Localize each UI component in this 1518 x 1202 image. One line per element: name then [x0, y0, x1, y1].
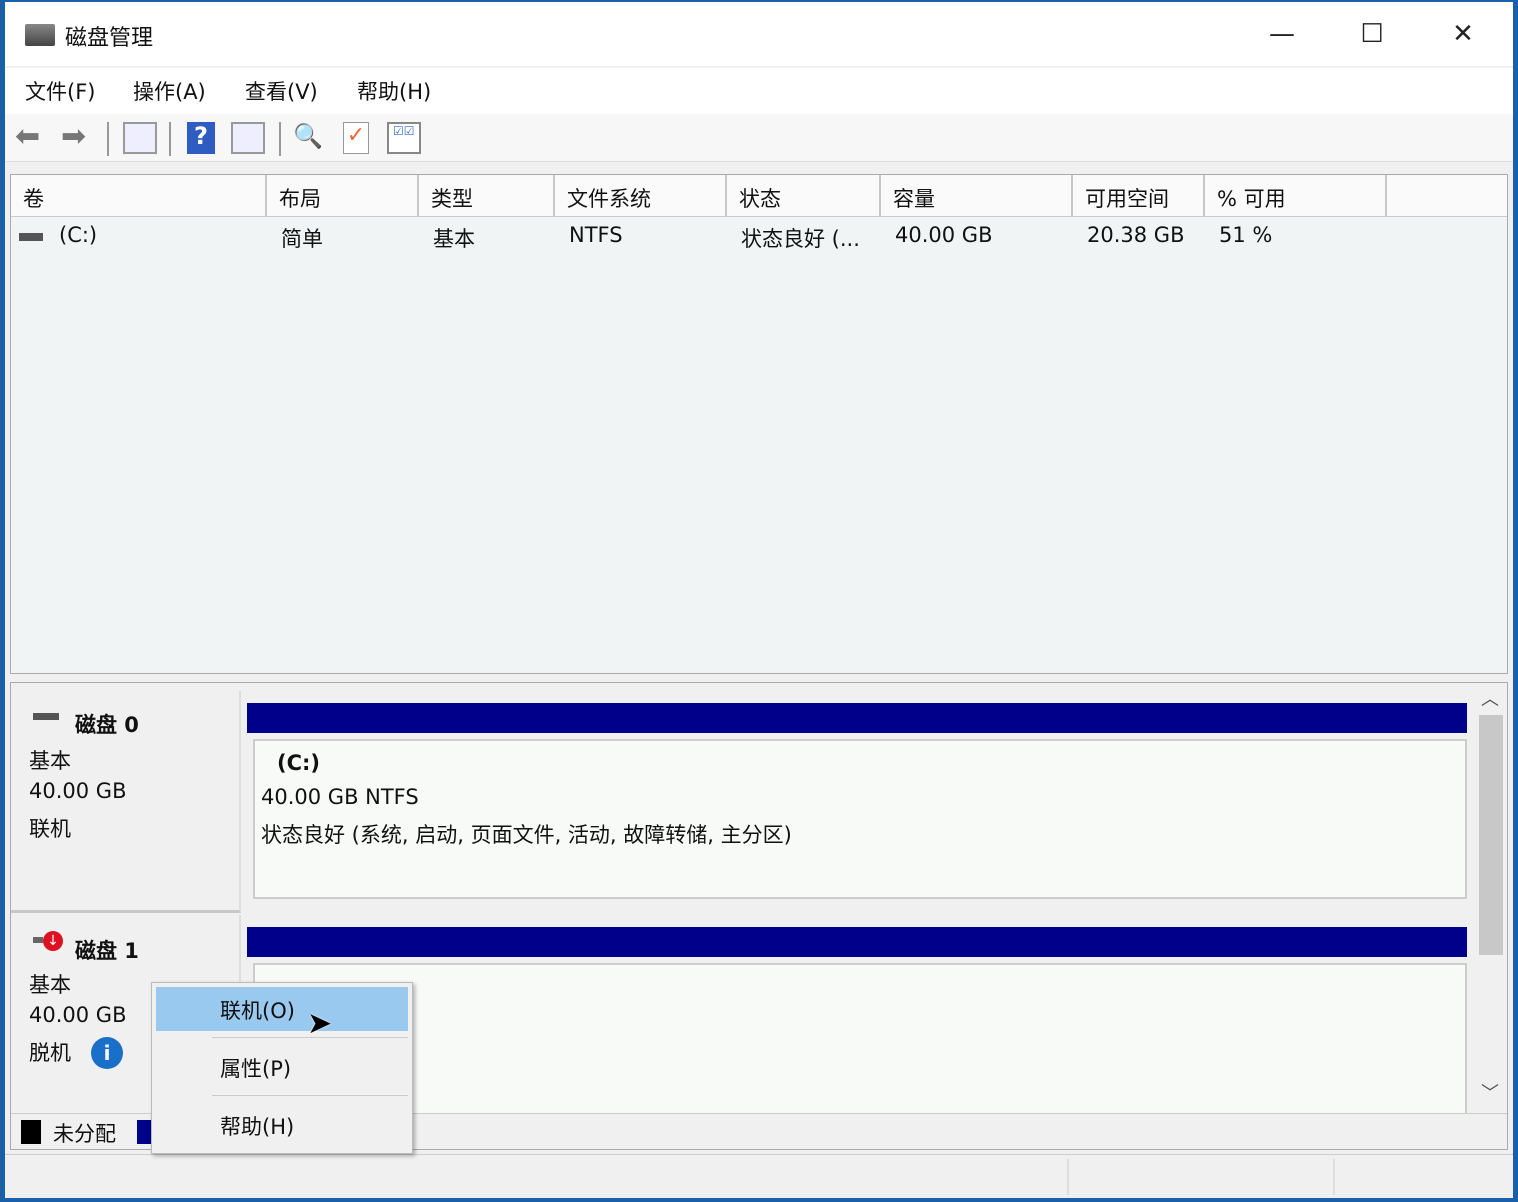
menu-action[interactable]: 操作(A)	[133, 76, 206, 106]
menu-item-properties[interactable]: 属性(P)	[156, 1045, 408, 1089]
toolbar-separator	[169, 122, 171, 156]
back-arrow-icon[interactable]: ⬅	[15, 122, 49, 154]
show-hide-console-tree-icon[interactable]	[123, 122, 157, 154]
rescan-disks-icon[interactable]: 🔍	[293, 122, 327, 154]
menu-file[interactable]: 文件(F)	[25, 76, 95, 106]
column-header-status[interactable]: 状态	[727, 175, 881, 217]
column-header-free-space[interactable]: 可用空间	[1073, 175, 1205, 217]
offline-error-icon: ↓	[43, 931, 63, 951]
status-divider	[1333, 1159, 1335, 1195]
unallocated-swatch	[21, 1120, 41, 1144]
context-menu: 联机(O) 属性(P) 帮助(H)	[151, 982, 413, 1154]
partition-info: 40.00 GB NTFS	[261, 785, 419, 809]
status-divider	[1067, 1159, 1069, 1195]
scroll-up-icon[interactable]: ︿	[1481, 685, 1499, 711]
column-header-volume[interactable]: 卷	[11, 175, 267, 217]
help-icon[interactable]: ?	[187, 122, 215, 154]
cell-status: 状态良好 (...	[741, 227, 860, 251]
disk-name: 磁盘 0	[75, 713, 139, 737]
checklist-icon[interactable]: ✓	[343, 122, 369, 154]
toolbar: ⬅ ➡ ? 🔍 ✓ ☑☑	[5, 114, 1513, 162]
disk-name: 磁盘 1	[75, 939, 139, 963]
disk-size: 40.00 GB	[29, 1003, 127, 1027]
show-action-pane-icon[interactable]	[231, 122, 265, 154]
disk-management-window: 磁盘管理 — ☐ ✕ 文件(F) 操作(A) 查看(V) 帮助(H) ⬅ ➡ ?…	[5, 2, 1513, 1198]
scrollbar-thumb[interactable]	[1479, 715, 1503, 955]
disk-type: 基本	[29, 749, 71, 773]
mouse-cursor-icon: ➤	[307, 1006, 333, 1041]
vertical-scrollbar[interactable]: ︿ ﹀	[1475, 683, 1507, 1111]
column-header-layout[interactable]: 布局	[267, 175, 419, 217]
close-button[interactable]: ✕	[1433, 12, 1493, 56]
disk-size: 40.00 GB	[29, 779, 127, 803]
properties-list-icon[interactable]: ☑☑	[387, 122, 421, 154]
toolbar-separator	[107, 122, 109, 156]
forward-arrow-icon[interactable]: ➡	[61, 122, 95, 154]
disk-type: 基本	[29, 973, 71, 997]
scroll-down-icon[interactable]: ﹀	[1481, 1079, 1499, 1105]
partition-bar	[247, 703, 1467, 733]
disk-state: 脱机	[29, 1041, 71, 1065]
cell-capacity: 40.00 GB	[895, 223, 993, 247]
legend-unallocated: 未分配	[53, 1122, 116, 1146]
partition-bar	[247, 927, 1467, 957]
menu-item-online[interactable]: 联机(O)	[156, 987, 408, 1031]
menu-view[interactable]: 查看(V)	[245, 76, 318, 106]
cell-filesystem: NTFS	[569, 223, 623, 247]
cell-type: 基本	[433, 227, 475, 251]
partition-status: 状态良好 (系统, 启动, 页面文件, 活动, 故障转储, 主分区)	[261, 823, 792, 847]
toolbar-separator	[279, 122, 281, 156]
disk-icon	[33, 713, 59, 720]
column-header-capacity[interactable]: 容量	[881, 175, 1073, 217]
menu-item-help[interactable]: 帮助(H)	[156, 1103, 408, 1147]
status-bar	[5, 1154, 1513, 1198]
disk-icon	[33, 937, 43, 943]
maximize-button[interactable]: ☐	[1342, 12, 1402, 56]
column-header-percent-free[interactable]: % 可用	[1205, 175, 1387, 217]
partition-c[interactable]: (C:) 40.00 GB NTFS 状态良好 (系统, 启动, 页面文件, 活…	[253, 739, 1467, 899]
menu-separator	[212, 1095, 408, 1096]
volume-list: 卷 布局 类型 文件系统 状态 容量 可用空间 % 可用 (C:) 简单 基本 …	[10, 174, 1508, 674]
column-header-blank	[1387, 175, 1507, 217]
drive-icon	[19, 233, 43, 241]
menu-bar: 文件(F) 操作(A) 查看(V) 帮助(H)	[5, 68, 1513, 114]
disk-management-icon	[25, 24, 55, 46]
menu-help[interactable]: 帮助(H)	[357, 76, 431, 106]
info-icon[interactable]: i	[91, 1037, 123, 1069]
disk-1-area[interactable]	[253, 963, 1467, 1113]
table-row[interactable]: (C:) 简单 基本 NTFS 状态良好 (... 40.00 GB 20.38…	[11, 219, 1507, 255]
cell-free-space: 20.38 GB	[1087, 223, 1185, 247]
cell-percent-free: 51 %	[1219, 223, 1273, 247]
window-title: 磁盘管理	[65, 26, 154, 51]
column-header-type[interactable]: 类型	[419, 175, 555, 217]
cell-volume: (C:)	[59, 223, 98, 247]
cell-layout: 简单	[281, 227, 323, 251]
disk-state: 联机	[29, 817, 71, 841]
title-bar: 磁盘管理 — ☐ ✕	[5, 2, 1513, 66]
column-header-filesystem[interactable]: 文件系统	[555, 175, 727, 217]
partition-label: (C:)	[277, 751, 321, 775]
disk-0-label[interactable]: 磁盘 0 基本 40.00 GB 联机	[11, 691, 241, 913]
minimize-button[interactable]: —	[1252, 12, 1312, 56]
